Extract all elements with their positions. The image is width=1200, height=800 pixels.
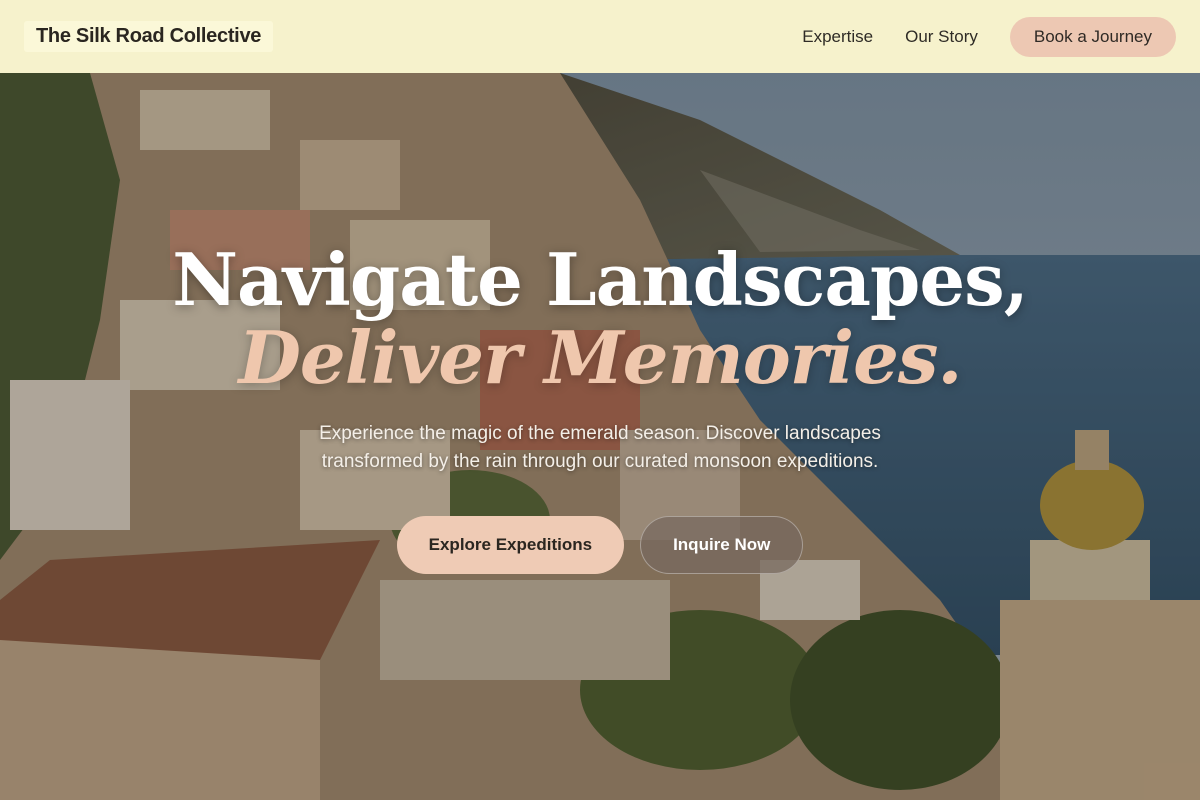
hero-subtitle: Experience the magic of the emerald seas… [319, 423, 881, 472]
hero-headline: Navigate Landscapes, Deliver Memories. [0, 240, 1200, 396]
nav-link-our-story[interactable]: Our Story [905, 27, 978, 47]
inquire-now-button[interactable]: Inquire Now [640, 516, 804, 574]
book-journey-button[interactable]: Book a Journey [1009, 16, 1176, 57]
hero-cta-row: Explore Expeditions Inquire Now [0, 516, 1200, 574]
hero-content: Navigate Landscapes, Deliver Memories. E… [0, 240, 1200, 574]
headline-line-1: Navigate Landscapes, [172, 237, 1029, 322]
main-nav: Expertise Our Story Book a Journey [802, 16, 1176, 57]
explore-expeditions-button[interactable]: Explore Expeditions [396, 516, 625, 574]
nav-link-expertise[interactable]: Expertise [802, 27, 873, 47]
brand-logo[interactable]: The Silk Road Collective [24, 21, 274, 52]
headline-line-2: Deliver Memories. [238, 315, 962, 400]
site-header: The Silk Road Collective Expertise Our S… [0, 0, 1200, 73]
